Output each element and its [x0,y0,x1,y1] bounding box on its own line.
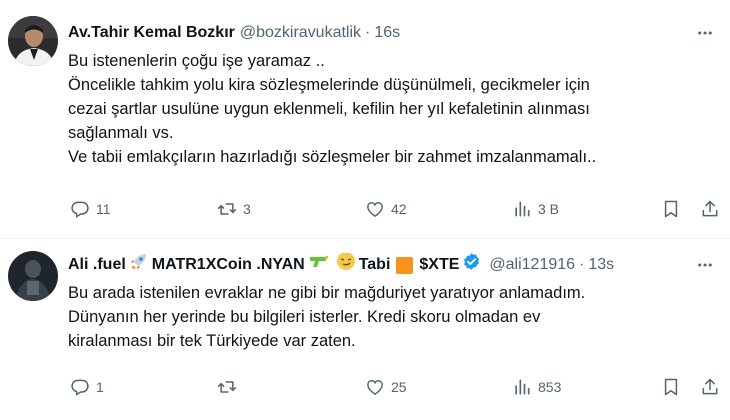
tweet-actions: 1 25 853 [0,375,730,399]
like-count: 42 [391,201,407,217]
tweet-text: Bu istenenlerin çoğu işe yaramaz .. Önce… [68,49,716,169]
views-button[interactable]: 3 B [512,197,559,221]
tweet-header: Ali .fuel MATR1XCoin .NYAN Tabi $XTE @al… [68,253,690,277]
like-button[interactable]: 42 [365,197,407,221]
bookmark-icon [664,378,678,396]
bookmark-button[interactable] [661,375,681,399]
retweet-button[interactable]: 3 [217,197,251,221]
separator: · [579,256,585,273]
share-icon [702,378,718,395]
avatar[interactable] [8,251,58,301]
like-count: 25 [391,379,407,395]
like-icon [367,380,383,395]
water-pistol-emoji [308,253,330,277]
share-button[interactable] [700,197,720,221]
share-icon [702,200,718,217]
reply-icon [71,379,89,396]
retweet-count: 3 [243,201,251,217]
tweet-header: Av.Tahir Kemal Bozkır @bozkiravukatlik ·… [68,21,690,45]
share-button[interactable] [700,375,720,399]
tweet-line: Bu arada istenilen evraklar ne gibi bir … [68,284,586,302]
views-count: 853 [538,379,562,395]
separator: · [365,24,371,41]
tweet-line: Öncelikle tahkim yolu kira sözleşmelerin… [68,76,590,94]
verified-badge-icon [462,253,481,277]
reply-icon [71,201,89,218]
retweet-icon [217,203,237,215]
smirking-face-emoji [336,253,356,277]
retweet-button[interactable] [217,375,243,399]
display-name-part[interactable]: MATR1XCoin .NYAN [152,253,305,277]
avatar-image [8,16,58,66]
timestamp[interactable]: 16s [374,21,400,45]
display-name-part[interactable]: $XTE [419,253,459,277]
views-button[interactable]: 853 [512,375,561,399]
timestamp[interactable]: 13s [588,253,614,277]
orange-square-emoji [396,256,414,274]
tweet-actions: 11 3 42 3 B [0,197,730,221]
avatar-image [8,251,58,301]
reply-button[interactable]: 11 [70,197,111,221]
display-name-part[interactable]: Ali .fuel [68,253,126,277]
tweet-line: sağlanmalı vs. [68,124,174,142]
like-icon [367,202,383,217]
reply-count: 11 [96,201,111,217]
more-icon[interactable] [694,254,716,276]
views-icon [515,201,530,217]
tweet-text: Bu arada istenilen evraklar ne gibi bir … [68,281,716,353]
user-handle[interactable]: @bozkiravukatlik [240,21,361,45]
display-name-part[interactable]: Tabi [359,253,391,277]
tweet-line: kiralanması bir tek Türkiyede var zaten. [68,332,356,350]
retweet-icon [217,381,237,393]
rocket-emoji [129,253,149,277]
tweet-line: Dünyanın her yerinde bu bilgileri isterl… [68,308,541,326]
bookmark-icon [664,200,678,218]
tweet-line: Bu istenenlerin çoğu işe yaramaz .. [68,52,325,70]
tweet[interactable]: Ali .fuel MATR1XCoin .NYAN Tabi $XTE @al… [0,239,730,420]
reply-count: 1 [96,379,104,395]
tweet-line: cezai şartlar usulüne uygun eklenmeli, k… [68,100,590,118]
more-icon[interactable] [694,22,716,44]
tweet[interactable]: Av.Tahir Kemal Bozkır @bozkiravukatlik ·… [0,0,730,238]
bookmark-button[interactable] [661,197,681,221]
display-name[interactable]: Av.Tahir Kemal Bozkır [68,21,235,45]
user-handle[interactable]: @ali121916 [489,253,575,277]
like-button[interactable]: 25 [365,375,407,399]
tweet-line: Ve tabii emlakçıların hazırladığı sözleş… [68,148,597,166]
views-count: 3 B [538,201,560,217]
reply-button[interactable]: 1 [70,375,104,399]
avatar[interactable] [8,16,58,66]
views-icon [515,379,530,395]
